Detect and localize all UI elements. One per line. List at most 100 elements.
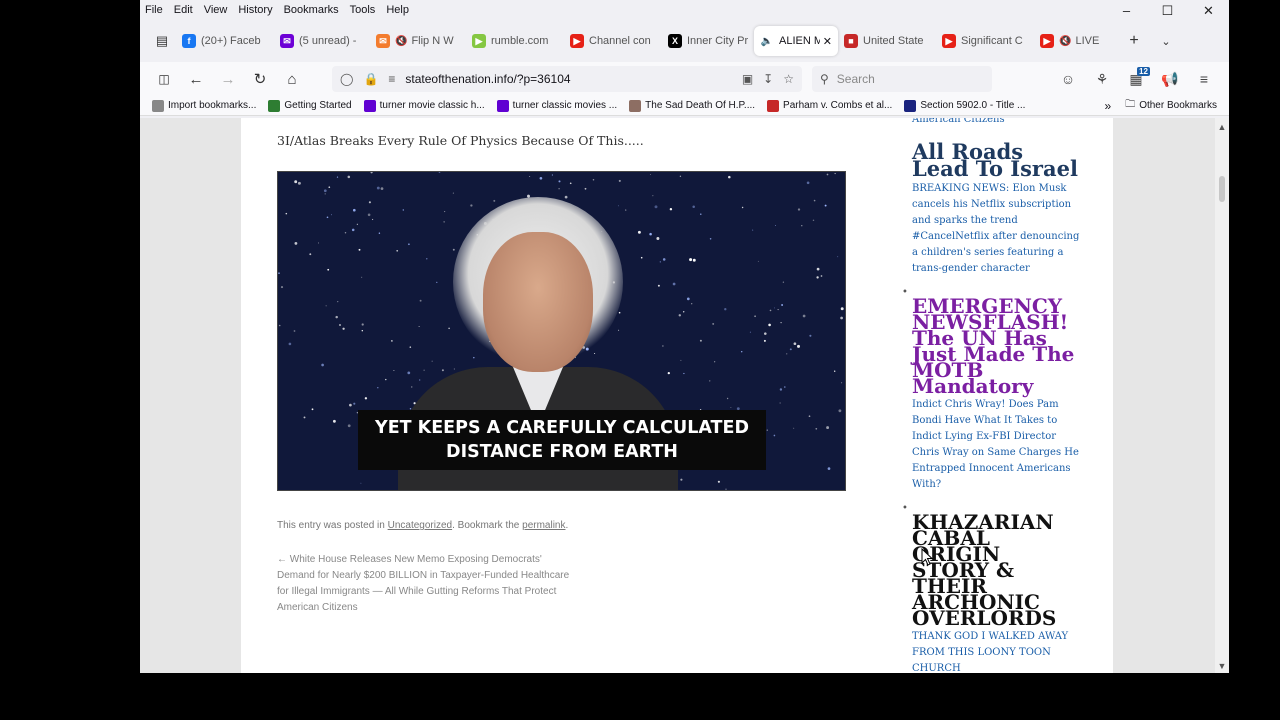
- sidebar-heading-link[interactable]: EMERGENCY NEWSFLASH! The UN Has Just Mad…: [912, 296, 1082, 396]
- sidebar-sub-link[interactable]: BREAKING NEWS: Elon Musk cancels his Net…: [912, 181, 1082, 277]
- bookmark-item[interactable]: Getting Started: [268, 99, 352, 112]
- save-page-icon[interactable]: ↧: [763, 72, 773, 86]
- menu-tools[interactable]: Tools: [350, 4, 376, 16]
- reload-button[interactable]: ↻: [244, 70, 276, 88]
- menu-edit[interactable]: Edit: [174, 4, 193, 16]
- tab-6[interactable]: X Inner City Pr: [662, 26, 754, 56]
- tab-5[interactable]: ▶ Channel con: [564, 26, 662, 56]
- star: [797, 208, 801, 211]
- bookmark-favicon-icon: [629, 99, 642, 112]
- bookmark-item[interactable]: turner classic movies ...: [496, 99, 617, 112]
- tab-9[interactable]: ▶ Significant C: [936, 26, 1034, 56]
- window-controls: – ☐ ✕: [1106, 0, 1229, 22]
- previous-post-link[interactable]: ← White House Releases New Memo Exposing…: [277, 552, 577, 616]
- close-tab-icon[interactable]: ✕: [823, 35, 832, 48]
- mute-icon[interactable]: 🔇: [1059, 36, 1071, 47]
- star: [689, 258, 693, 262]
- video-player[interactable]: YET KEEPS A CAREFULLY CALCULATED DISTANC…: [277, 171, 846, 491]
- close-window-button[interactable]: ✕: [1188, 0, 1229, 22]
- tab-overflow-icon[interactable]: ⌄: [1150, 35, 1182, 48]
- forward-button[interactable]: →: [212, 71, 244, 88]
- star: [558, 187, 560, 190]
- tab-title: LIVE: [1075, 35, 1100, 47]
- bookmark-item[interactable]: The Sad Death Of H.P....: [629, 99, 755, 112]
- tab-title: Inner City Pr: [687, 35, 748, 47]
- sidebar-heading-link[interactable]: All Roads Lead To Israel: [912, 141, 1082, 179]
- tab-title: Significant C: [961, 35, 1023, 47]
- url-bar[interactable]: ◯ 🔒 ≡ stateofthenation.info/?p=36104 ▣ ↧…: [332, 66, 802, 92]
- star: [726, 397, 729, 400]
- menu-help[interactable]: Help: [386, 4, 409, 16]
- menu-bookmarks[interactable]: Bookmarks: [284, 4, 339, 16]
- star: [775, 225, 776, 226]
- sidebar-cut-text[interactable]: American Citizens: [912, 118, 1082, 128]
- tab-title: ALIEN M: [779, 35, 820, 47]
- scrollbar-thumb[interactable]: [1219, 176, 1225, 202]
- account-icon[interactable]: ☺: [1051, 71, 1085, 88]
- back-button[interactable]: ←: [180, 71, 212, 88]
- scroll-down-icon[interactable]: ▼: [1215, 661, 1229, 671]
- meta-end: .: [565, 520, 569, 531]
- tab-4[interactable]: ▶ rumble.com: [466, 26, 564, 56]
- minimize-button[interactable]: –: [1106, 0, 1147, 22]
- menu-view[interactable]: View: [204, 4, 228, 16]
- tab-7[interactable]: 🔈 ALIEN M ✕: [754, 26, 838, 56]
- tab-bar: ▤ f (20+) Faceb ✉ (5 unread) - ✉ 🔇 Flip N W ▶ ru…: [140, 20, 1229, 62]
- star: [669, 207, 673, 211]
- bookmark-star-icon[interactable]: ☆: [783, 72, 794, 86]
- lock-icon[interactable]: 🔒: [363, 72, 378, 86]
- star: [438, 172, 441, 173]
- other-bookmarks[interactable]: Other Bookmarks: [1139, 100, 1217, 111]
- maximize-button[interactable]: ☐: [1147, 0, 1188, 22]
- star: [618, 311, 621, 314]
- bookmark-item[interactable]: turner movie classic h...: [363, 99, 485, 112]
- sidebar-heading-link[interactable]: KHAZARIAN CABAL ORIGIN STORY & THEIR ARC…: [912, 512, 1082, 628]
- megaphone-icon[interactable]: 📢: [1153, 71, 1187, 88]
- star: [452, 248, 455, 251]
- bookmark-item[interactable]: Parham v. Combs et al...: [767, 99, 892, 112]
- url-text[interactable]: stateofthenation.info/?p=36104: [405, 72, 741, 86]
- star: [493, 199, 496, 202]
- star: [812, 219, 815, 222]
- star: [793, 342, 797, 346]
- tab-1[interactable]: f (20+) Faceb: [176, 26, 274, 56]
- star: [773, 434, 776, 437]
- scroll-up-icon[interactable]: ▲: [1215, 122, 1229, 132]
- tab-10[interactable]: ▶ 🔇 LIVE: [1034, 26, 1118, 56]
- permissions-icon[interactable]: ≡: [388, 72, 395, 86]
- extensions-icon[interactable]: ⚘: [1085, 71, 1119, 88]
- bookmark-label: Section 5902.0 - Title ...: [920, 100, 1026, 111]
- star: [309, 253, 312, 256]
- tab-3[interactable]: ✉ 🔇 Flip N W: [370, 26, 466, 56]
- tab-list-icon[interactable]: ▤: [148, 33, 176, 49]
- star: [659, 261, 661, 263]
- sidebar-sub-link[interactable]: THANK GOD I WALKED AWAY FROM THIS LOONY …: [912, 629, 1082, 673]
- permalink-link[interactable]: permalink: [522, 520, 565, 531]
- star: [782, 281, 785, 283]
- bookmark-item[interactable]: Section 5902.0 - Title ...: [904, 99, 1026, 112]
- home-button[interactable]: ⌂: [276, 71, 308, 88]
- app-menu-icon[interactable]: ≡: [1187, 71, 1221, 88]
- category-link[interactable]: Uncategorized: [388, 520, 452, 531]
- sidebar-toggle-icon[interactable]: ◫: [148, 72, 180, 86]
- star: [278, 324, 281, 327]
- extension-badge-icon[interactable]: ▦ 12: [1119, 66, 1153, 88]
- mute-icon[interactable]: 🔇: [395, 36, 407, 47]
- search-input[interactable]: ⚲ Search: [812, 66, 992, 92]
- bookmark-item[interactable]: Import bookmarks...: [152, 99, 256, 112]
- reader-view-icon[interactable]: ▣: [742, 72, 753, 86]
- tab-2[interactable]: ✉ (5 unread) -: [274, 26, 370, 56]
- new-tab-button[interactable]: +: [1118, 32, 1150, 50]
- sidebar-sub-link[interactable]: Indict Chris Wray! Does Pam Bondi Have W…: [912, 397, 1082, 493]
- menu-history[interactable]: History: [238, 4, 272, 16]
- shield-icon[interactable]: ◯: [340, 72, 353, 86]
- page-scrollbar[interactable]: ▲ ▼: [1215, 118, 1229, 673]
- tab-8[interactable]: ■ United State: [838, 26, 936, 56]
- bookmarks-overflow-icon[interactable]: »: [1105, 99, 1112, 113]
- star: [551, 174, 553, 176]
- star: [361, 323, 364, 326]
- star: [773, 307, 775, 309]
- menu-file[interactable]: File: [145, 4, 163, 16]
- star: [408, 243, 410, 246]
- star: [779, 388, 783, 391]
